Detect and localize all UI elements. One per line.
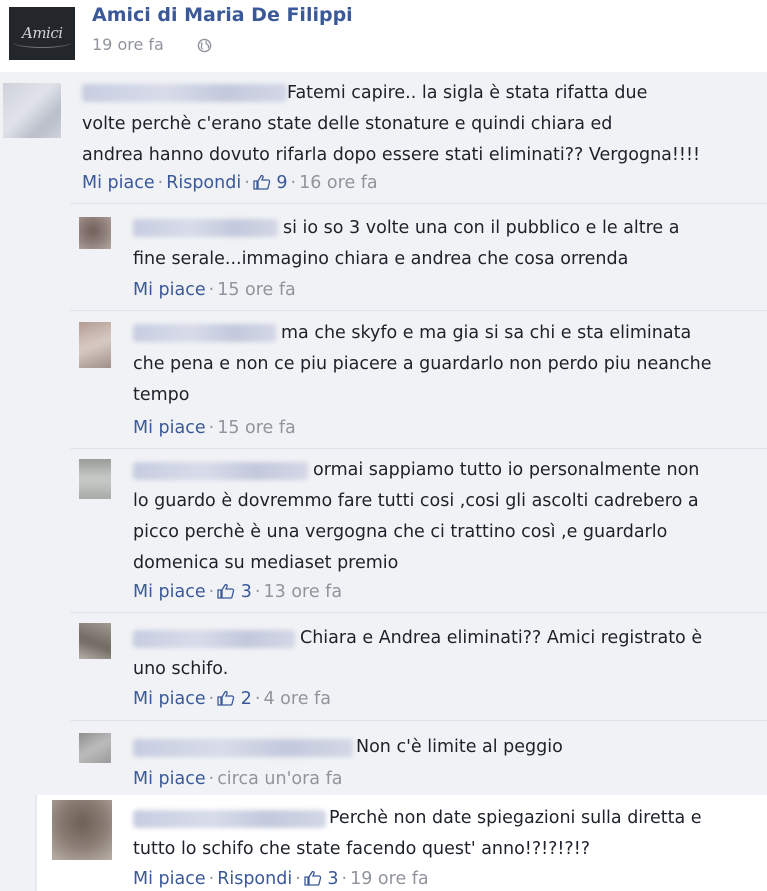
like-link[interactable]: Mi piace [133,418,206,438]
commenter-avatar[interactable] [79,623,111,659]
commenter-avatar[interactable] [79,322,111,368]
comment-line: Non c'è limite al peggio [356,737,563,757]
comment-line: Fatemi capire.. la sigla è stata rifatta… [287,83,648,103]
like-count[interactable]: 3 [304,869,339,889]
comment-time[interactable]: 19 ore fa [350,869,429,889]
comment-line: fine serale...immagino chiara e andrea c… [133,249,629,269]
thumbs-up-icon [217,583,235,599]
thumbs-up-icon [217,690,235,706]
comment-text: si io so 3 volte una con il pubblico e l… [133,213,679,275]
comment-line: si io so 3 volte una con il pubblico e l… [283,218,680,238]
logo-swirl [13,37,71,48]
comment-meta: Mi piace · 2 · 4 ore fa [133,689,331,709]
comment-meta: Mi piace · 3 · 13 ore fa [133,582,343,602]
comment-line: tutto lo schifo che state facendo quest'… [133,839,591,859]
post-timestamp[interactable]: 19 ore fa [92,35,164,54]
divider [70,612,767,613]
page-avatar[interactable]: Amici [9,7,75,60]
comment-time[interactable]: 16 ore fa [299,173,378,193]
comment-line: tempo [133,385,190,405]
divider [70,310,767,311]
comment-meta: Mi piace · Rispondi · 3 · 19 ore fa [133,869,429,889]
like-link[interactable]: Mi piace [133,769,206,789]
thumbs-up-icon [304,870,322,886]
comment-meta: Mi piace · Rispondi · 9 · 16 ore fa [82,173,378,193]
like-count[interactable]: 2 [217,689,252,709]
commenter-avatar[interactable] [3,83,61,138]
comment-line: uno schifo. [133,659,229,679]
comment-text: Chiara e Andrea eliminati?? Amici regist… [133,623,702,685]
comment-text: Non c'è limite al peggio [133,732,563,763]
like-link[interactable]: Mi piace [133,582,206,602]
comment-line: ma che skyfo e ma gia si sa chi e sta el… [281,323,692,343]
post-header: Amici Amici di Maria De Filippi 19 ore f… [0,0,767,72]
comment-line: che pena e non ce piu piacere a guardarl… [133,354,712,374]
comment-text: Fatemi capire.. la sigla è stata rifatta… [82,78,700,171]
comment-time[interactable]: 15 ore fa [217,418,296,438]
comment-meta: Mi piace · 15 ore fa [133,418,296,438]
divider [70,720,767,721]
like-count[interactable]: 9 [253,173,288,193]
like-link[interactable]: Mi piace [133,689,206,709]
like-link[interactable]: Mi piace [82,173,155,193]
comment-line: picco perchè è una vergogna che ci tratt… [133,522,668,542]
comment-text: ormai sappiamo tutto io personalmente no… [133,455,699,579]
comment-time[interactable]: 4 ore fa [263,689,330,709]
commenter-avatar[interactable] [79,733,111,763]
reply-link[interactable]: Rispondi [166,173,241,193]
reply-link[interactable]: Rispondi [217,869,292,889]
comment-meta: Mi piace · 15 ore fa [133,280,296,300]
commenter-avatar[interactable] [52,800,112,860]
like-link[interactable]: Mi piace [133,280,206,300]
divider [70,203,767,204]
comment-line: Chiara e Andrea eliminati?? Amici regist… [300,628,703,648]
comment-line: ormai sappiamo tutto io personalmente no… [313,460,700,480]
comment-line: volte perchè c'erano state delle stonatu… [82,114,613,134]
commenter-avatar[interactable] [79,459,111,499]
like-count[interactable]: 3 [217,582,252,602]
divider [70,448,767,449]
page-name-link[interactable]: Amici di Maria De Filippi [92,4,353,26]
comment-line: andrea hanno dovuto rifarla dopo essere … [82,145,700,165]
like-link[interactable]: Mi piace [133,869,206,889]
comment-time[interactable]: circa un'ora fa [217,769,342,789]
comment-line: Perchè non date spiegazioni sulla dirett… [329,808,702,828]
thumbs-up-icon [253,174,271,190]
comment-line: lo guardo è dovremmo fare tutti cosi ,co… [133,491,699,511]
comment-text: Perchè non date spiegazioni sulla dirett… [133,803,702,865]
globe-icon [197,38,212,53]
comment-meta: Mi piace · circa un'ora fa [133,769,343,789]
comment-time[interactable]: 13 ore fa [263,582,342,602]
comment-text: ma che skyfo e ma gia si sa chi e sta el… [133,318,712,411]
commenter-avatar[interactable] [79,217,111,249]
comment-time[interactable]: 15 ore fa [217,280,296,300]
comment-line: domenica su mediaset premio [133,553,399,573]
